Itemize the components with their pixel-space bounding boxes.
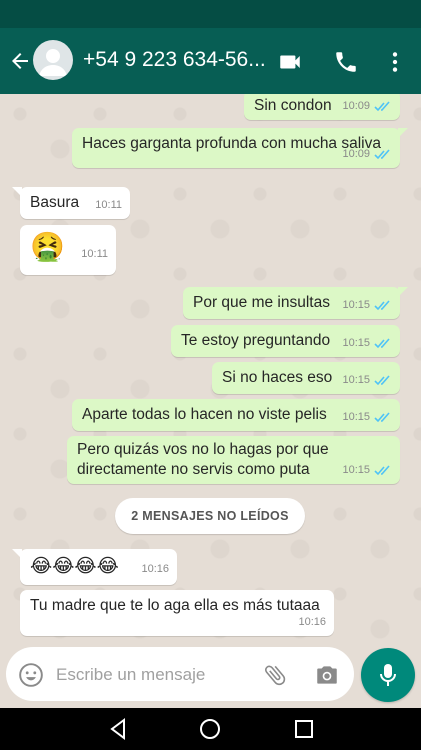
double-check-icon xyxy=(374,148,390,159)
contact-name[interactable]: +54 9 223 634-56... xyxy=(83,48,268,72)
message-time: 10:15 xyxy=(342,374,370,386)
message-text: Te estoy preguntando xyxy=(181,332,331,349)
message-time: 10:15 xyxy=(342,299,370,311)
emoji-icon[interactable] xyxy=(18,662,44,688)
message-time: 10:15 xyxy=(342,411,370,423)
message-list[interactable]: Sin condon 10:09 Haces garganta profunda… xyxy=(0,94,421,645)
phone-icon[interactable] xyxy=(333,49,359,75)
arrow-back-icon[interactable] xyxy=(8,49,32,73)
message-text: Por que me insultas xyxy=(193,294,330,311)
message-time: 10:11 xyxy=(81,248,108,260)
message-text: Si no haces eso xyxy=(222,369,333,386)
message-bubble-outgoing[interactable]: Te estoy preguntando 10:15 xyxy=(171,325,400,357)
message-text: 🤮 xyxy=(30,231,65,262)
message-bubble-outgoing[interactable]: Pero quizás vos no lo hagas por que dire… xyxy=(67,436,400,484)
camera-icon[interactable] xyxy=(314,662,340,688)
double-check-icon xyxy=(374,100,390,111)
double-check-icon xyxy=(374,464,390,475)
message-text: 😂😂😂😂 xyxy=(30,556,119,577)
message-bubble-incoming[interactable]: 🤮 10:11 xyxy=(20,225,116,275)
message-text: Aparte todas lo hacen no viste pelis xyxy=(82,406,327,423)
microphone-icon xyxy=(380,664,396,686)
unread-messages-banner: 2 MENSAJES NO LEÍDOS xyxy=(115,498,305,534)
message-text-line: Pero quizás vos no lo hagas por que xyxy=(77,441,329,458)
more-vert-icon[interactable] xyxy=(382,49,408,75)
message-time: 10:15 xyxy=(342,337,370,349)
message-bubble-incoming[interactable]: 😂😂😂😂 10:16 xyxy=(12,549,177,585)
message-time: 10:15 xyxy=(342,464,370,476)
message-text: Haces garganta profunda con mucha saliva xyxy=(82,135,381,152)
double-check-icon xyxy=(374,411,390,422)
message-input[interactable]: Escribe un mensaje xyxy=(56,665,205,685)
double-check-icon xyxy=(374,337,390,348)
message-time: 10:16 xyxy=(141,563,169,575)
message-text: Sin condon xyxy=(254,97,332,114)
status-bar xyxy=(0,0,421,28)
double-check-icon xyxy=(374,374,390,385)
message-composer: Escribe un mensaje xyxy=(6,647,354,701)
nav-back-icon[interactable] xyxy=(106,717,130,741)
double-check-icon xyxy=(374,299,390,310)
message-time: 10:11 xyxy=(95,199,122,211)
video-call-icon[interactable] xyxy=(277,49,303,75)
message-time: 10:09 xyxy=(342,148,370,160)
android-nav-bar xyxy=(0,708,421,750)
message-bubble-outgoing[interactable]: Por que me insultas 10:15 xyxy=(183,287,408,319)
nav-recents-icon[interactable] xyxy=(292,717,316,741)
message-text: Tu madre que te lo aga ella es más tutaa… xyxy=(30,597,320,614)
message-text-line: directamente no servis como puta xyxy=(77,461,310,478)
avatar[interactable] xyxy=(33,40,73,80)
message-bubble-outgoing[interactable]: Haces garganta profunda con mucha saliva… xyxy=(72,128,408,168)
mic-button[interactable] xyxy=(361,648,415,702)
message-bubble-incoming[interactable]: Basura 10:11 xyxy=(12,187,130,219)
message-bubble-outgoing[interactable]: Si no haces eso 10:15 xyxy=(212,362,400,394)
message-bubble-incoming[interactable]: Tu madre que te lo aga ella es más tutaa… xyxy=(20,590,334,636)
message-bubble-outgoing[interactable]: Aparte todas lo hacen no viste pelis 10:… xyxy=(72,399,400,431)
message-time: 10:09 xyxy=(342,100,370,112)
nav-home-icon[interactable] xyxy=(198,717,222,741)
chat-header: +54 9 223 634-56... xyxy=(0,28,421,94)
paperclip-icon[interactable] xyxy=(262,662,288,688)
message-time: 10:16 xyxy=(298,616,326,628)
message-text: Basura xyxy=(30,194,80,211)
message-bubble-outgoing[interactable]: Sin condon 10:09 xyxy=(244,94,400,120)
